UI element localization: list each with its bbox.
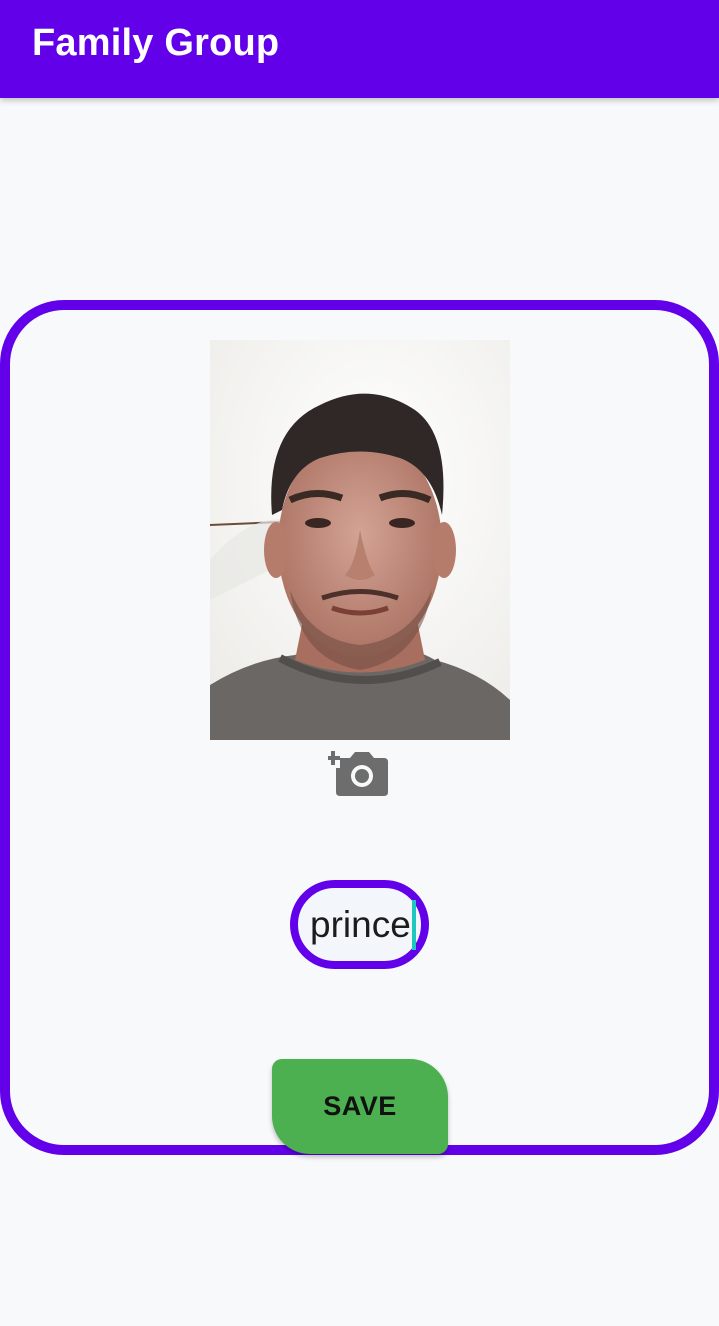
name-input[interactable]: prince xyxy=(290,880,429,969)
profile-photo[interactable] xyxy=(210,340,510,740)
app-bar: Family Group xyxy=(0,0,719,98)
add-a-photo-icon[interactable] xyxy=(326,742,390,798)
text-cursor xyxy=(411,899,416,950)
name-input-value: prince xyxy=(310,904,411,945)
app-title: Family Group xyxy=(32,22,280,64)
save-button[interactable]: SAVE xyxy=(272,1059,448,1154)
